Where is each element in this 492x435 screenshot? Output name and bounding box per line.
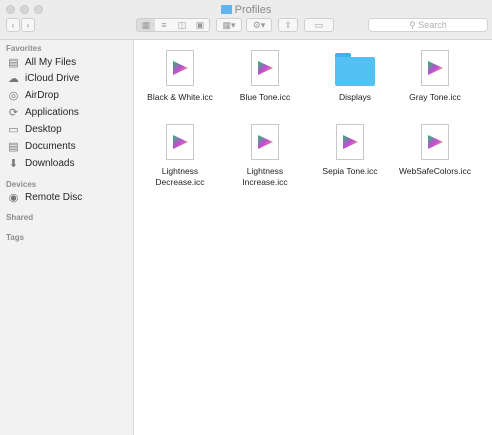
tags-button[interactable]: ▭	[304, 18, 334, 32]
cloud-icon: ☁	[8, 73, 19, 85]
folder-item[interactable]: Displays	[312, 50, 398, 103]
chevron-right-icon: ›	[26, 20, 30, 30]
action-button[interactable]: ⚙▾	[246, 18, 272, 32]
documents-icon: ▤	[8, 141, 19, 153]
search-placeholder: Search	[418, 20, 447, 30]
chevron-left-icon: ‹	[11, 20, 15, 30]
sidebar-item-downloads[interactable]: ⬇ Downloads	[0, 156, 134, 172]
sidebar-section-favorites: Favorites	[6, 44, 42, 53]
icc-profile-icon	[336, 124, 364, 160]
file-item[interactable]: Lightness Increase.icc	[222, 124, 308, 188]
sidebar-item-label: Downloads	[25, 158, 75, 169]
sidebar-item-remote-disc[interactable]: ◉ Remote Disc	[0, 190, 134, 206]
sidebar-item-airdrop[interactable]: ◎ AirDrop	[0, 88, 134, 104]
gear-icon: ⚙▾	[252, 20, 266, 30]
sidebar-item-label: All My Files	[25, 57, 77, 68]
icc-profile-icon	[166, 50, 194, 86]
tag-icon: ▭	[314, 20, 324, 30]
folder-icon	[220, 5, 232, 14]
sidebar-item-label: AirDrop	[25, 90, 59, 101]
icc-profile-icon	[421, 124, 449, 160]
cover-flow-view-icon[interactable]: ▣	[191, 19, 209, 31]
file-name: Blue Tone.icc	[239, 92, 291, 102]
icc-profile-icon	[251, 50, 279, 86]
file-name: Lightness Increase.icc	[242, 166, 288, 187]
sidebar-section-tags[interactable]: Tags	[6, 233, 24, 242]
sidebar-section-devices: Devices	[6, 180, 37, 189]
desktop-icon: ▭	[8, 124, 19, 136]
icc-profile-icon	[251, 124, 279, 160]
icc-profile-icon	[421, 50, 449, 86]
file-name: Lightness Decrease.icc	[155, 166, 205, 187]
arrange-grid-icon: ▦▾	[222, 20, 236, 30]
share-icon: ⇧	[284, 20, 292, 30]
sidebar-item-label: Remote Disc	[25, 192, 83, 203]
list-view-icon[interactable]: ≡	[155, 19, 173, 31]
finder-window: Profiles ‹ › ▦ ≡ ◫ ▣ ▦▾ ⚙▾ ⇧ ▭ ⚲ Search …	[0, 0, 492, 435]
icc-profile-icon	[166, 124, 194, 160]
downloads-icon: ⬇	[8, 158, 19, 170]
forward-button[interactable]: ›	[21, 18, 35, 32]
window-title: Profiles	[0, 4, 492, 16]
file-item[interactable]: Gray Tone.icc	[392, 50, 478, 103]
sidebar: Favorites ▤ All My Files ☁ iCloud Drive …	[0, 40, 134, 435]
sidebar-item-applications[interactable]: ⟳ Applications	[0, 105, 134, 121]
file-name: Black & White.icc	[147, 92, 213, 102]
file-item[interactable]: Black & White.icc	[137, 50, 223, 103]
sidebar-item-label: iCloud Drive	[25, 73, 80, 84]
file-item[interactable]: WebSafeColors.icc	[392, 124, 478, 177]
sidebar-item-desktop[interactable]: ▭ Desktop	[0, 122, 134, 138]
disc-icon: ◉	[8, 192, 19, 204]
file-name: Sepia Tone.icc	[322, 166, 378, 176]
search-icon: ⚲	[409, 20, 416, 30]
sidebar-section-shared[interactable]: Shared	[6, 213, 33, 222]
toolbar: Profiles ‹ › ▦ ≡ ◫ ▣ ▦▾ ⚙▾ ⇧ ▭ ⚲ Search	[0, 0, 492, 40]
sidebar-item-icloud-drive[interactable]: ☁ iCloud Drive	[0, 71, 134, 87]
file-item[interactable]: Lightness Decrease.icc	[137, 124, 223, 188]
file-name: WebSafeColors.icc	[398, 166, 472, 176]
arrange-button[interactable]: ▦▾	[216, 18, 242, 32]
back-button[interactable]: ‹	[6, 18, 20, 32]
icon-view-icon[interactable]: ▦	[137, 19, 155, 31]
file-name: Displays	[338, 92, 372, 102]
sidebar-item-label: Applications	[25, 107, 79, 118]
file-name: Gray Tone.icc	[409, 92, 461, 102]
airdrop-icon: ◎	[8, 90, 19, 102]
column-view-icon[interactable]: ◫	[173, 19, 191, 31]
all-files-icon: ▤	[8, 57, 19, 69]
sidebar-item-label: Documents	[25, 141, 76, 152]
sidebar-item-label: Desktop	[25, 124, 62, 135]
file-item[interactable]: Blue Tone.icc	[222, 50, 308, 103]
folder-icon	[335, 53, 375, 86]
applications-icon: ⟳	[8, 107, 19, 119]
sidebar-item-documents[interactable]: ▤ Documents	[0, 139, 134, 155]
sidebar-item-all-my-files[interactable]: ▤ All My Files	[0, 55, 134, 71]
search-field[interactable]: ⚲ Search	[368, 18, 488, 32]
share-button[interactable]: ⇧	[278, 18, 298, 32]
view-mode-control[interactable]: ▦ ≡ ◫ ▣	[136, 18, 210, 32]
file-item[interactable]: Sepia Tone.icc	[307, 124, 393, 177]
window-title-text: Profiles	[234, 4, 272, 16]
